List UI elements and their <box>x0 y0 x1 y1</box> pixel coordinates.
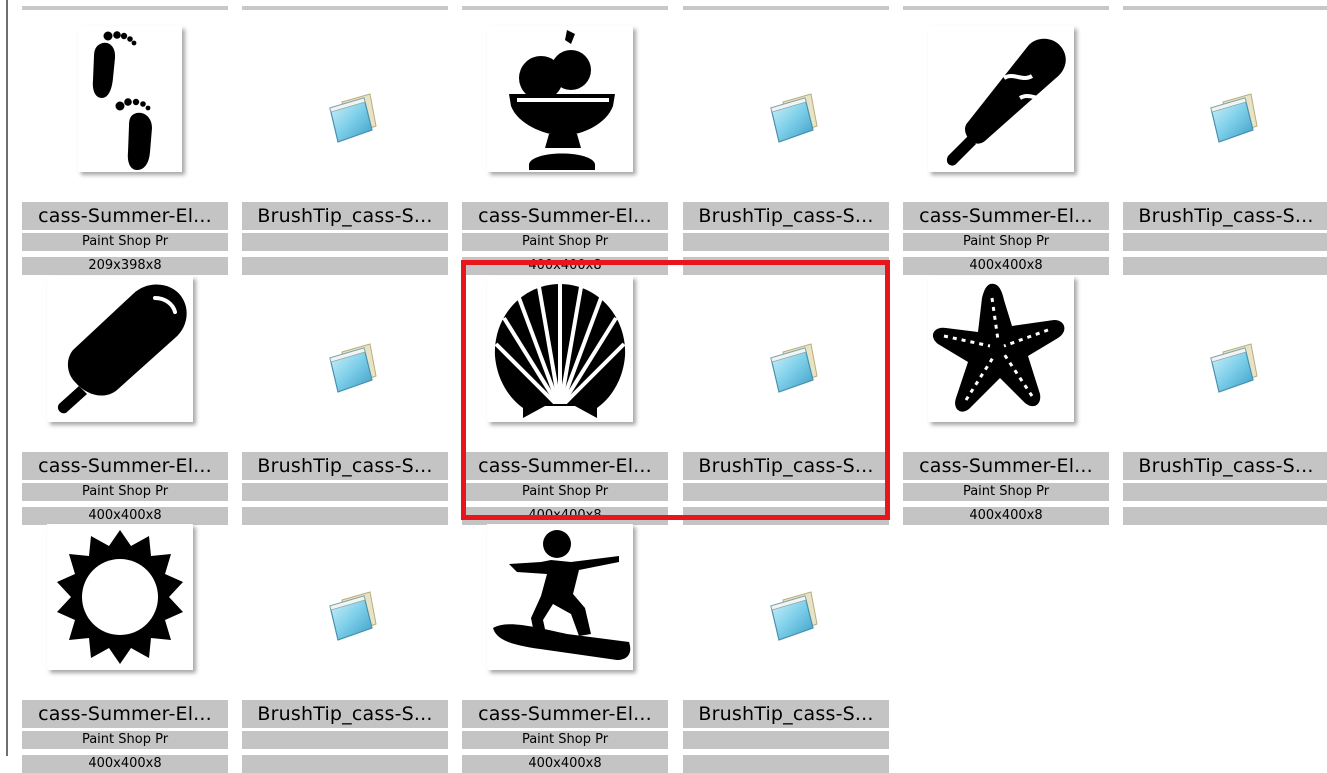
file-name: BrushTip_cass-S... <box>1123 202 1327 230</box>
top-row-remnant <box>22 6 228 10</box>
thumbnail <box>22 20 228 198</box>
file-tile[interactable]: BrushTip_cass-S... <box>683 518 889 773</box>
starfish-icon <box>932 283 1065 412</box>
file-dimensions <box>242 755 448 773</box>
top-row-remnant <box>1123 6 1327 10</box>
popsicle-icon <box>57 284 187 414</box>
file-dimensions: 400x400x8 <box>903 507 1109 525</box>
file-name: BrushTip_cass-S... <box>683 202 889 230</box>
file-tile[interactable]: BrushTip_cass-S... <box>1123 20 1327 275</box>
thumbnail <box>22 270 228 448</box>
file-name: BrushTip_cass-S... <box>683 700 889 728</box>
thumbnail <box>683 518 889 696</box>
thumbnail <box>462 270 668 448</box>
ice-cream-bar-icon <box>946 38 1066 166</box>
file-tile[interactable]: BrushTip_cass-S... <box>683 20 889 275</box>
file-name: BrushTip_cass-S... <box>242 452 448 480</box>
thumbnail <box>462 20 668 198</box>
notepad-file-icon <box>1210 93 1258 143</box>
file-type: Paint Shop Pr <box>22 233 228 251</box>
surfer-icon <box>493 530 631 660</box>
thumbnail <box>462 518 668 696</box>
file-type <box>1123 233 1327 251</box>
file-tile[interactable]: BrushTip_cass-S... <box>242 20 448 275</box>
file-name: cass-Summer-El... <box>462 700 668 728</box>
footprints-icon <box>92 31 152 170</box>
file-tile[interactable]: cass-Summer-El... Paint Shop Pr 209x398x… <box>22 20 228 275</box>
file-type: Paint Shop Pr <box>22 483 228 501</box>
file-name: BrushTip_cass-S... <box>683 452 889 480</box>
file-name: BrushTip_cass-S... <box>1123 452 1327 480</box>
notepad-file-icon <box>770 343 818 393</box>
file-type: Paint Shop Pr <box>462 233 668 251</box>
file-type <box>1123 483 1327 501</box>
file-tile[interactable]: cass-Summer-El... Paint Shop Pr 400x400x… <box>22 518 228 773</box>
file-dimensions <box>683 755 889 773</box>
top-row-remnant <box>683 6 889 10</box>
file-type: Paint Shop Pr <box>462 731 668 749</box>
file-name: BrushTip_cass-S... <box>242 700 448 728</box>
file-tile[interactable]: cass-Summer-El... Paint Shop Pr 400x400x… <box>22 270 228 525</box>
file-type: Paint Shop Pr <box>22 731 228 749</box>
file-type: Paint Shop Pr <box>903 483 1109 501</box>
notepad-file-icon <box>329 343 377 393</box>
file-dimensions: 400x400x8 <box>22 755 228 773</box>
file-tile[interactable]: cass-Summer-El... Paint Shop Pr 400x400x… <box>462 518 668 773</box>
file-tile[interactable]: cass-Summer-El... Paint Shop Pr 400x400x… <box>903 20 1109 275</box>
file-type: Paint Shop Pr <box>903 233 1109 251</box>
thumbnail <box>683 20 889 198</box>
file-name: cass-Summer-El... <box>462 202 668 230</box>
thumbnail <box>1123 20 1327 198</box>
file-type <box>242 731 448 749</box>
thumbnail <box>903 270 1109 448</box>
thumbnail <box>242 20 448 198</box>
notepad-file-icon <box>770 591 818 641</box>
file-name: cass-Summer-El... <box>903 452 1109 480</box>
thumbnail <box>903 20 1109 198</box>
thumbnail <box>242 270 448 448</box>
file-type: Paint Shop Pr <box>462 483 668 501</box>
top-row-remnant <box>242 6 448 10</box>
file-dimensions <box>1123 507 1327 525</box>
sun-icon <box>57 530 183 664</box>
top-row-remnant <box>462 6 668 10</box>
file-tile[interactable]: cass-Summer-El... Paint Shop Pr 400x400x… <box>462 20 668 275</box>
file-tile[interactable]: BrushTip_cass-S... <box>1123 270 1327 525</box>
notepad-file-icon <box>1210 343 1258 393</box>
file-type <box>683 233 889 251</box>
thumbnail <box>683 270 889 448</box>
file-tile[interactable]: cass-Summer-El... Paint Shop Pr 400x400x… <box>903 270 1109 525</box>
file-tile[interactable]: BrushTip_cass-S... <box>683 270 889 525</box>
file-dimensions: 400x400x8 <box>462 755 668 773</box>
thumbnail <box>242 518 448 696</box>
left-border <box>6 0 8 756</box>
file-type <box>242 483 448 501</box>
file-name: cass-Summer-El... <box>462 452 668 480</box>
file-name: cass-Summer-El... <box>22 452 228 480</box>
notepad-file-icon <box>329 591 377 641</box>
file-name: cass-Summer-El... <box>22 202 228 230</box>
ice-cream-sundae-icon <box>509 30 615 170</box>
seashell-icon <box>494 284 626 418</box>
file-tile[interactable]: BrushTip_cass-S... <box>242 518 448 773</box>
file-name: cass-Summer-El... <box>22 700 228 728</box>
file-name: BrushTip_cass-S... <box>242 202 448 230</box>
file-type <box>683 731 889 749</box>
thumbnail <box>1123 270 1327 448</box>
thumbnail <box>22 518 228 696</box>
notepad-file-icon <box>329 93 377 143</box>
notepad-file-icon <box>770 93 818 143</box>
file-type <box>683 483 889 501</box>
file-name: cass-Summer-El... <box>903 202 1109 230</box>
file-tile[interactable]: BrushTip_cass-S... <box>242 270 448 525</box>
file-tile[interactable]: cass-Summer-El... Paint Shop Pr 400x400x… <box>462 270 668 525</box>
top-row-remnant <box>903 6 1109 10</box>
file-type <box>242 233 448 251</box>
